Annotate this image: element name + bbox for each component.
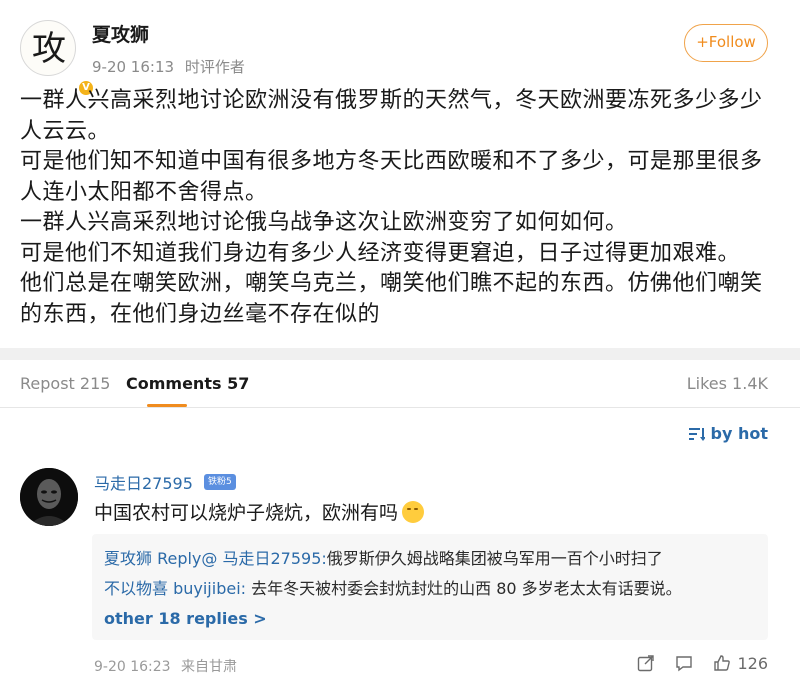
like-count: 126 (737, 654, 768, 673)
comment-actions: 126 (617, 654, 768, 673)
post-card: 攻 V 夏攻狮 9-20 16:13 时评作者 +Follow 一群人兴高采烈地… (0, 0, 800, 348)
post-meta: 9-20 16:13 时评作者 (92, 56, 251, 77)
active-tab-indicator (147, 404, 187, 407)
commenter-avatar[interactable] (20, 468, 78, 526)
masked-face-icon (20, 468, 78, 526)
more-replies-link[interactable]: other 18 replies > (104, 604, 756, 634)
post-paragraph: 一群人兴高采烈地讨论欧洲没有俄罗斯的天然气，冬天欧洲要冻死多少多少人云云。 (20, 88, 763, 144)
sort-button[interactable]: by hot (688, 424, 768, 443)
post-paragraph: 可是他们知不知道中国有很多地方冬天比西欧暖和不了多少，可是那里很多人连小太阳都不… (20, 149, 763, 205)
post-paragraph: 可是他们不知道我们身边有多少人经济变得更窘迫，日子过得更加艰难。 (20, 240, 741, 266)
comment-location: 来自甘肃 (181, 659, 238, 675)
reply-author[interactable]: 不以物喜 buyijibei: (104, 579, 246, 598)
fan-badge: 铁粉5 (204, 474, 236, 490)
comment-text: 中国农村可以烧炉子烧炕，欧洲有吗 (94, 498, 425, 525)
reply-text: 去年冬天被村委会封炕封灶的山西 80 多岁老太太有话要说。 (246, 579, 682, 598)
comment-icon (676, 656, 693, 672)
author-name[interactable]: 夏攻狮 (92, 20, 149, 47)
emoji-icon (402, 501, 425, 523)
replies-box: 夏攻狮 Reply@ 马走日27595:俄罗斯伊久姆战略集团被乌军用一百个小时扫… (92, 534, 768, 640)
sort-icon (688, 428, 705, 441)
reply-author[interactable]: 夏攻狮 Reply@ 马走日27595: (104, 549, 327, 568)
tab-repost[interactable]: Repost 215 (20, 374, 110, 393)
comment-meta: 9-20 16:23 来自甘肃 (94, 656, 243, 676)
post-body: 一群人兴高采烈地讨论欧洲没有俄罗斯的天然气，冬天欧洲要冻死多少多少人云云。 可是… (20, 86, 780, 330)
thumbs-up-icon (714, 655, 731, 671)
comment-date: 9-20 16:23 (94, 659, 171, 675)
author-avatar[interactable]: 攻 V (20, 20, 95, 97)
comment-text-body: 中国农村可以烧炉子烧炕，欧洲有吗 (94, 502, 399, 524)
reply-button[interactable] (675, 654, 693, 673)
commenter-name[interactable]: 马走日27595 (94, 470, 193, 494)
tab-likes[interactable]: Likes 1.4K (687, 374, 768, 393)
share-icon (638, 655, 655, 672)
share-button[interactable] (637, 654, 655, 673)
sort-label: by hot (710, 424, 768, 443)
reply-text: 俄罗斯伊久姆战略集团被乌军用一百个小时扫了 (326, 549, 663, 568)
comments-section: by hot 马走日27595 铁粉5 中国农村可以烧炉子烧炕，欧洲有吗 夏攻狮… (0, 408, 800, 690)
author-role: 时评作者 (184, 58, 245, 76)
tabs-bar: Repost 215 Comments 57 Likes 1.4K (0, 360, 800, 408)
post-paragraph: 一群人兴高采烈地讨论俄乌战争这次让欧洲变穷了如何如何。 (20, 210, 628, 235)
post-date: 9-20 16:13 (92, 58, 175, 76)
avatar-glyph: 攻 (32, 29, 66, 69)
post-paragraph: 他们总是在嘲笑欧洲，嘲笑乌克兰，嘲笑他们瞧不起的东西。仿佛他们嘲笑的东西，在他们… (20, 271, 763, 327)
like-button[interactable]: 126 (713, 654, 768, 673)
tab-comments[interactable]: Comments 57 (126, 374, 249, 393)
reply-item: 夏攻狮 Reply@ 马走日27595:俄罗斯伊久姆战略集团被乌军用一百个小时扫… (104, 544, 756, 574)
follow-button[interactable]: +Follow (684, 24, 768, 62)
reply-item: 不以物喜 buyijibei: 去年冬天被村委会封炕封灶的山西 80 多岁老太太… (104, 574, 756, 604)
